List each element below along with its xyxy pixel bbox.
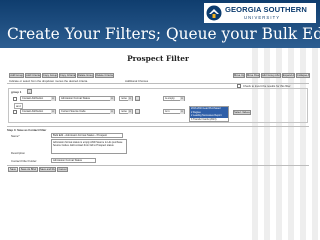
criteria-checkbox[interactable]: [13, 110, 17, 114]
description-label: Description: [11, 151, 25, 155]
group-label: group 1: [11, 90, 22, 94]
delete-criteria-button[interactable]: Delete Criteria: [95, 73, 114, 78]
criteria-operator-value: none: [121, 97, 127, 100]
select-values-button[interactable]: Select Values: [233, 110, 251, 115]
criteria-attribute-select[interactable]: Admission Format Status ▾: [59, 96, 115, 101]
criteria-category-value: Contact Attribution: [22, 110, 44, 113]
collapse-all-button[interactable]: Collapse All: [296, 73, 310, 78]
criteria-operator-select[interactable]: none ▾: [119, 96, 133, 101]
brand-name: GEORGIA SOUTHERN: [225, 5, 307, 14]
criteria-category-select[interactable]: Contact Attribution ▾: [20, 96, 56, 101]
save-button[interactable]: Save: [8, 167, 18, 172]
filter-name-label: Name*: [11, 134, 20, 138]
divider: [7, 83, 309, 84]
filter-heading: Prospect Filter: [127, 54, 189, 63]
criteria-attribute-value: Current Source Code: [61, 110, 86, 113]
list-option[interactable]: 3 Transfer Cards (2013): [190, 118, 228, 121]
brand-subtitle: UNIVERSITY: [244, 15, 281, 20]
dropdown-arrow-icon: ▾: [180, 97, 184, 101]
criteria-group: group 1 − Contact Attribution ▾ Admissio…: [8, 88, 308, 123]
collapse-group-icon[interactable]: −: [27, 89, 32, 94]
background-stripe: [312, 48, 318, 240]
save-and-run-button[interactable]: Save and Run: [39, 167, 56, 172]
dropdown-arrow-icon: ▾: [128, 110, 132, 114]
expand-all-button[interactable]: Expand All: [282, 73, 295, 78]
dropdown-arrow-icon: ▾: [110, 97, 114, 101]
criteria-condition-value: is in: [165, 110, 170, 113]
dropdown-arrow-icon: ▾: [51, 110, 55, 114]
eagle-emblem-icon: [206, 5, 222, 21]
add-criteria-button[interactable]: Add Criteria: [25, 73, 41, 78]
filter-screenshot-panel: Prospect Filter Add Group Add Criteria C…: [5, 51, 311, 227]
move-down-button[interactable]: Move Down: [246, 73, 260, 78]
source-code-listbox[interactable]: 2013-2014 Lead Purchased 2 Degree 2 Lead…: [189, 106, 229, 122]
criteria-checkbox[interactable]: [13, 97, 17, 101]
delete-group-button[interactable]: Delete Group: [77, 73, 94, 78]
move-up-button[interactable]: Move Up: [233, 73, 245, 78]
dropdown-arrow-icon: ▾: [180, 110, 184, 114]
criteria-condition-value: is empty: [165, 97, 175, 100]
criteria-operator-select[interactable]: none ▾: [119, 109, 133, 114]
slide-header: GEORGIA SOUTHERN UNIVERSITY Create Your …: [0, 0, 320, 48]
slide-title: Create Your Filters; Queue your Bulk Edi…: [7, 25, 320, 43]
divider: [7, 126, 309, 127]
add-group-button[interactable]: Add Group: [9, 73, 24, 78]
dropdown-arrow-icon: ▾: [128, 97, 132, 101]
dropdown-arrow-icon: ▾: [51, 97, 55, 101]
save-step-heading: Step 4: Save as Contact Filter: [7, 128, 47, 132]
description-textarea[interactable]: Admission format status is empty AND Sou…: [51, 139, 127, 154]
criteria-condition-select[interactable]: is in ▾: [163, 109, 185, 114]
lookup-icon[interactable]: …: [135, 96, 140, 101]
criteria-condition-select[interactable]: is empty ▾: [163, 96, 185, 101]
lookup-icon[interactable]: …: [135, 109, 140, 114]
filter-name-field[interactable]: Bulk Edit - Admission Format Status - Pr…: [51, 133, 123, 138]
copy-criteria-button[interactable]: Copy Criteria: [59, 73, 76, 78]
criteria-attribute-select[interactable]: Current Source Code ▾: [59, 109, 115, 114]
folder-label: Contact Filter Folder:: [11, 159, 38, 163]
divider: [7, 165, 309, 166]
filter-folder-field[interactable]: Admission Format Status: [51, 158, 96, 163]
dropdown-arrow-icon: ▾: [110, 110, 114, 114]
copy-group-button[interactable]: Copy Group: [42, 73, 58, 78]
criteria-attribute-value: Admission Format Status: [61, 97, 90, 100]
slide-body: Prospect Filter Add Group Add Criteria C…: [0, 48, 320, 240]
cancel-button[interactable]: Cancel: [57, 167, 68, 172]
criteria-operator-value: none: [121, 110, 127, 113]
university-logo: GEORGIA SOUTHERN UNIVERSITY: [204, 3, 316, 23]
criteria-category-value: Contact Attribution: [22, 97, 44, 100]
criteria-category-select[interactable]: Contact Attribution ▾: [20, 109, 56, 114]
save-as-brief-button[interactable]: Save As Brief: [19, 167, 38, 172]
add-group-above-button[interactable]: Add Group Above: [261, 73, 281, 78]
